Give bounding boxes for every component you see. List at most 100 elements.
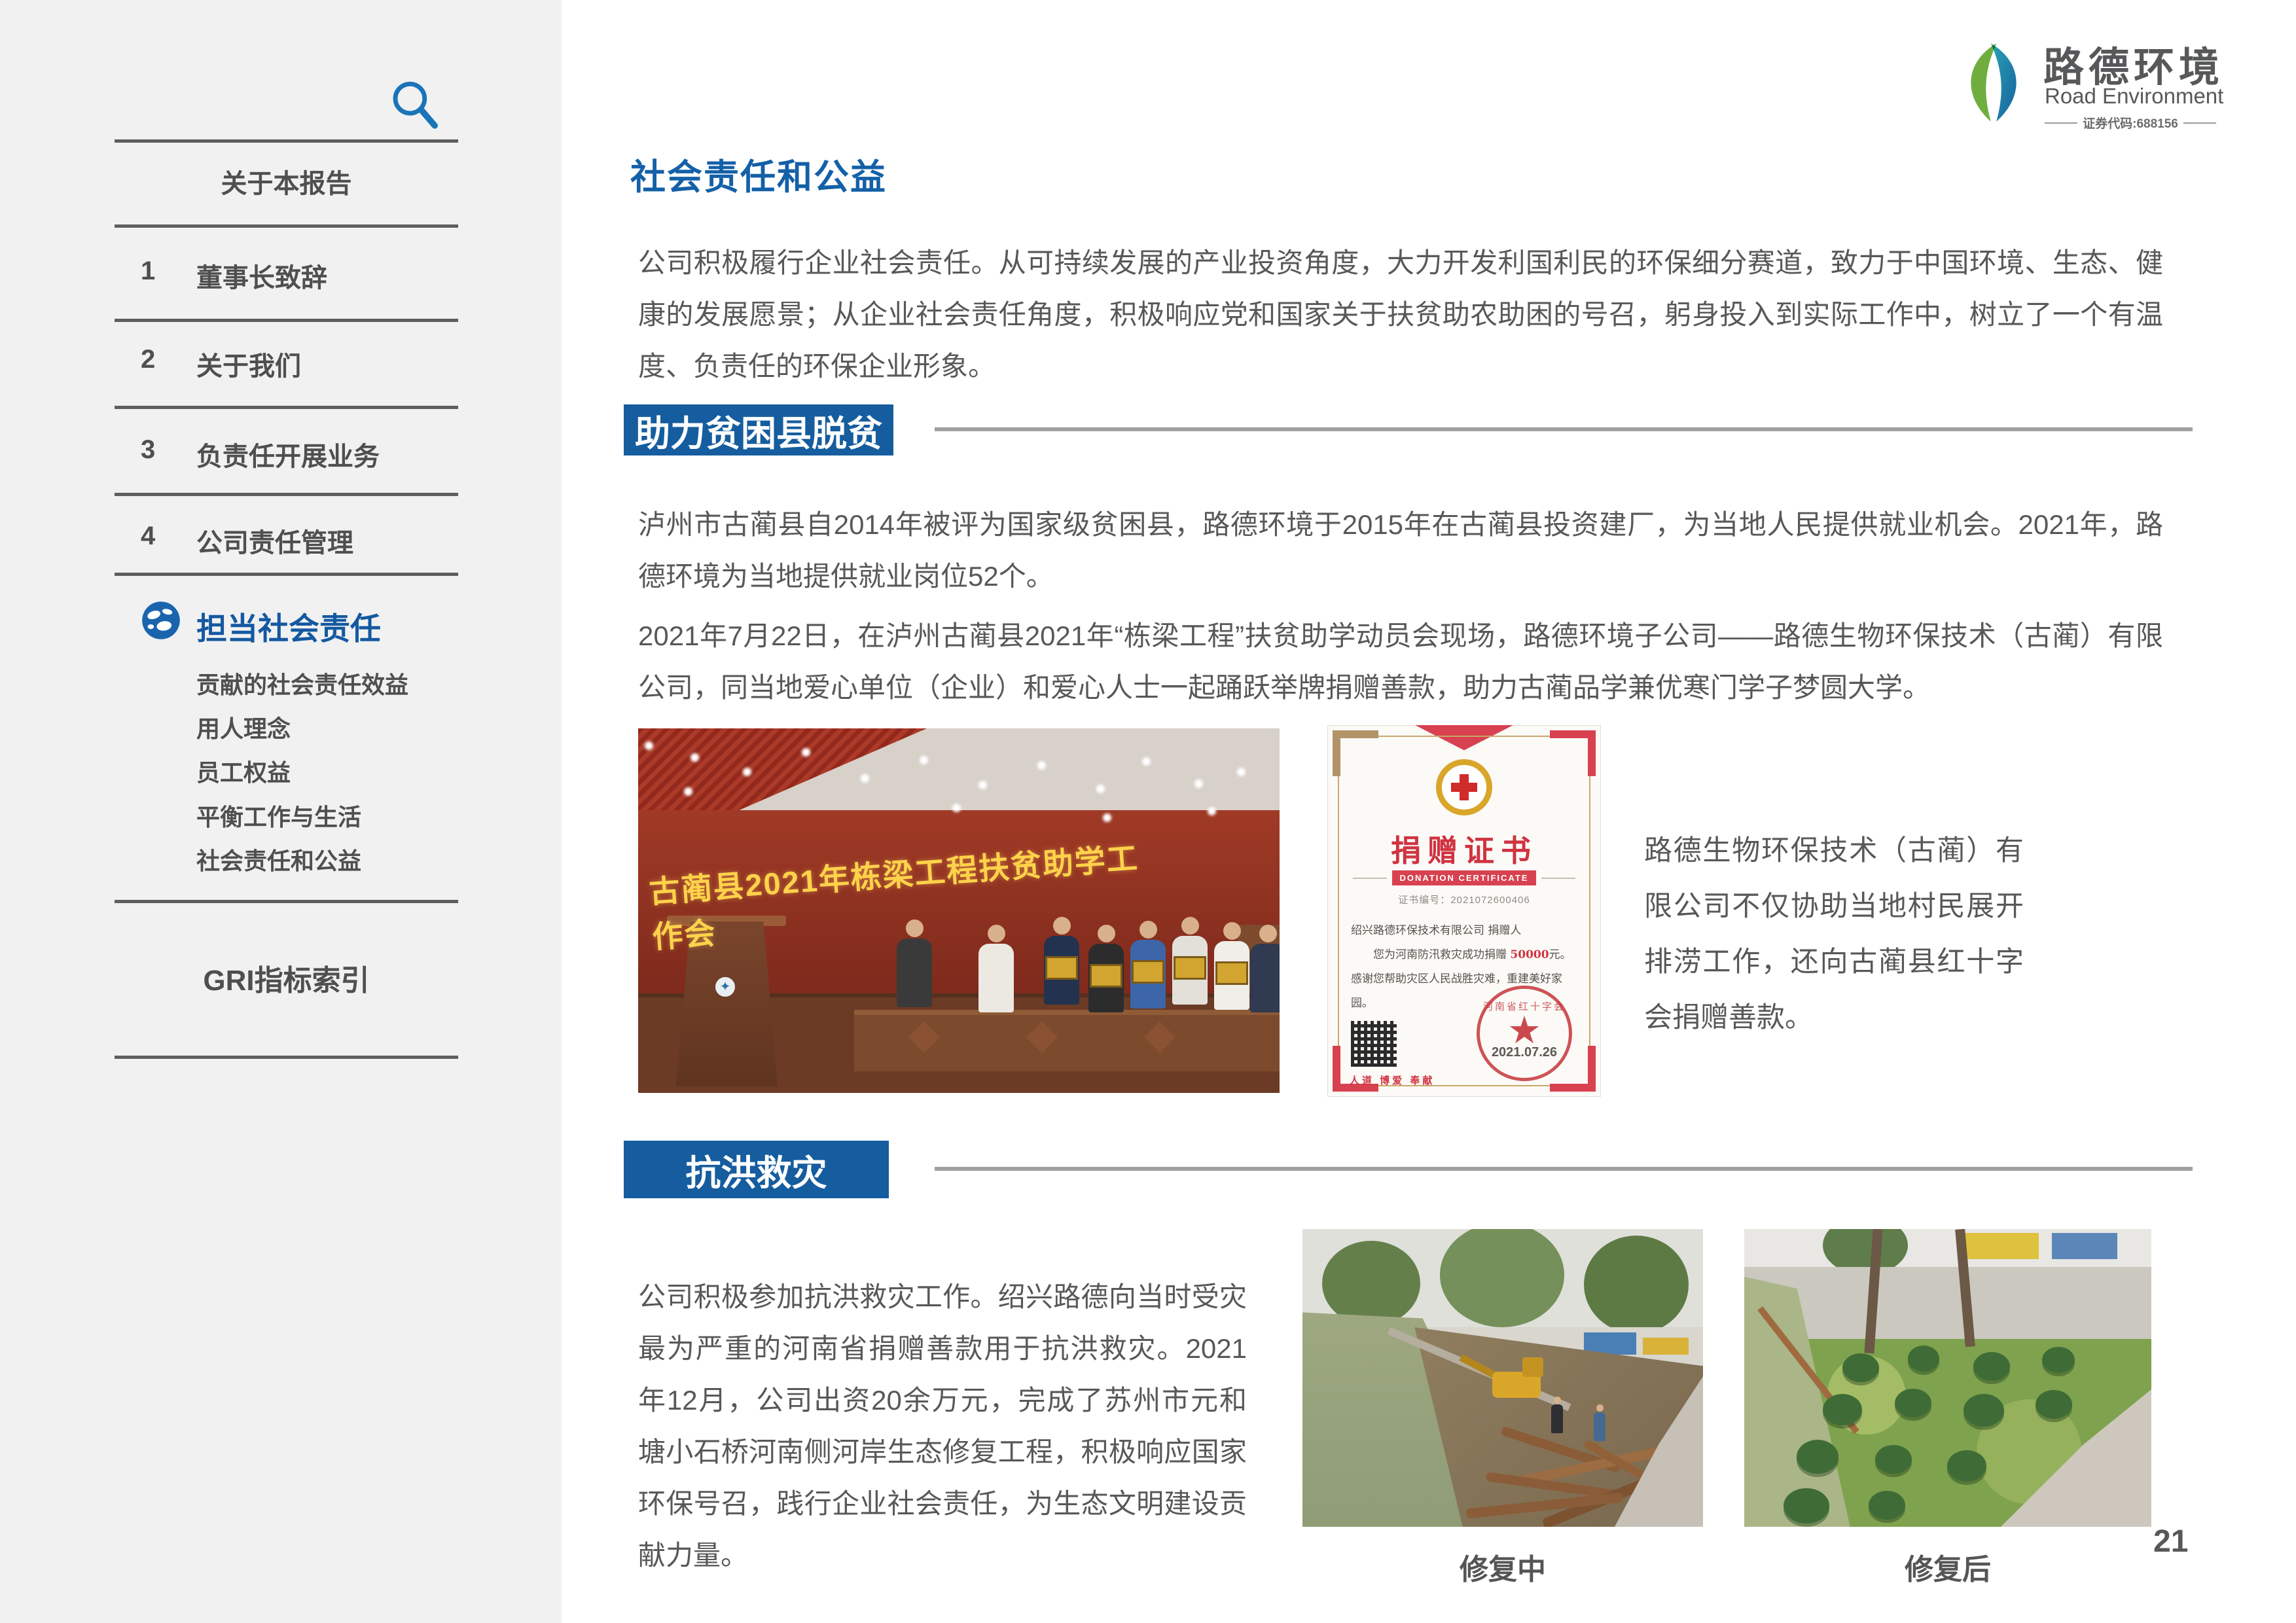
intro-paragraph: 公司积极履行企业社会责任。从可持续发展的产业投资角度，大力开发利国利民的环保细分…	[638, 237, 2163, 392]
bush	[1823, 1394, 1862, 1425]
divider	[115, 224, 458, 228]
machinery	[1643, 1338, 1689, 1355]
certificate-subtitle: DONATION CERTIFICATE	[1327, 870, 1601, 885]
divider	[115, 900, 458, 903]
sidebar-item-about-report[interactable]: 关于本报告	[115, 162, 458, 200]
item-label: 负责任开展业务	[196, 435, 380, 473]
bush	[2042, 1347, 2075, 1373]
globe-icon	[141, 601, 181, 640]
worker	[1594, 1412, 1605, 1441]
sidebar-subitem-hiring-philosophy[interactable]: 用人理念	[196, 710, 484, 744]
bush	[1947, 1450, 1986, 1482]
sidebar-item-social-responsibility-active[interactable]: 担当社会责任	[141, 599, 508, 645]
cert-line-1: 绍兴路德环保技术有限公司 捐赠人	[1351, 924, 1521, 937]
photo-donation-certificate: 捐赠证书 DONATION CERTIFICATE 证书编号：202107260…	[1327, 725, 1601, 1097]
report-page: 关于本报告 1 董事长致辞 2 关于我们 3 负责任开展业务 4 公司责任管理	[0, 0, 2296, 1623]
flood-paragraph: 公司积极参加抗洪救灾工作。绍兴路德向当时受灾最为严重的河南省捐赠善款用于抗洪救灾…	[638, 1271, 1247, 1581]
divider	[115, 406, 458, 409]
certificate-number: 证书编号：2021072600406	[1327, 893, 1601, 906]
logo-name-en: Road Environment	[2045, 84, 2223, 109]
sidebar-item-gri-index[interactable]: GRI指标索引	[115, 957, 458, 999]
caption-after: 修复后	[1748, 1546, 2148, 1588]
person	[978, 925, 1014, 1012]
bush	[1895, 1389, 1931, 1418]
divider	[115, 139, 458, 143]
machinery	[2052, 1233, 2117, 1259]
sidebar-subitem-work-life-balance[interactable]: 平衡工作与生活	[196, 798, 484, 832]
sidebar-item-about-us[interactable]: 2 关于我们	[115, 345, 458, 391]
page-number: 21	[2153, 1524, 2188, 1560]
sidebar-item-chairman-message[interactable]: 1 董事长致辞	[115, 257, 458, 302]
ceiling	[638, 728, 1280, 810]
sidebar-item-responsible-business[interactable]: 3 负责任开展业务	[115, 435, 458, 481]
stock-code-text: 证券代码:688156	[2083, 114, 2178, 132]
leaf-logo-icon	[1952, 41, 2036, 124]
bush	[1784, 1488, 1829, 1524]
red-cross-stamp: 河南省红十字会 ★ 2021.07.26	[1477, 986, 1572, 1081]
sidebar: 关于本报告 1 董事长致辞 2 关于我们 3 负责任开展业务 4 公司责任管理	[0, 0, 562, 1623]
podium-emblem: ✦	[715, 977, 735, 997]
dash	[2045, 122, 2077, 124]
bush	[2036, 1390, 2072, 1419]
bush	[1797, 1440, 1839, 1474]
photo-restoration-after	[1744, 1229, 2151, 1527]
active-item-label: 担当社会责任	[196, 603, 381, 649]
sidebar-item-responsibility-management[interactable]: 4 公司责任管理	[115, 522, 458, 567]
sidebar-subitem-csr-and-charity[interactable]: 社会责任和公益	[196, 842, 484, 876]
item-number: 4	[141, 522, 155, 551]
corner-decoration	[1550, 730, 1596, 776]
caption-during: 修复中	[1302, 1546, 1703, 1588]
certificate-motto: 人道 博爱 奉献	[1350, 1073, 1435, 1087]
bush	[1964, 1394, 2004, 1427]
person	[1214, 922, 1249, 1010]
excavator-cab	[1522, 1357, 1543, 1377]
divider	[115, 493, 458, 496]
bush	[1908, 1346, 1939, 1372]
person	[1044, 917, 1079, 1005]
poverty-paragraph-1: 泸州市古蔺县自2014年被评为国家级贫困县，路德环境于2015年在古蔺县投资建厂…	[638, 499, 2163, 602]
tree	[1322, 1241, 1420, 1326]
cert-line-2-end: 元。	[1549, 948, 1571, 961]
certificate-title: 捐赠证书	[1327, 827, 1601, 870]
person	[1088, 925, 1124, 1012]
bush	[1875, 1445, 1912, 1474]
section-rule	[935, 427, 2193, 431]
red-cross-emblem	[1436, 759, 1492, 815]
ceiling-slats	[638, 728, 927, 810]
item-number: 3	[141, 435, 155, 465]
tree	[1440, 1229, 1564, 1327]
page-title: 社会责任和公益	[630, 148, 887, 200]
bush	[1842, 1353, 1879, 1382]
divider	[115, 319, 458, 322]
search-icon[interactable]	[387, 77, 444, 134]
company-logo: 路德环境 Road Environment 证券代码:688156	[1952, 34, 2227, 145]
worker	[1551, 1404, 1563, 1433]
corner-decoration	[1333, 730, 1378, 776]
dash	[2183, 122, 2216, 124]
cert-line-2: 您为河南防汛救灾成功捐赠	[1373, 948, 1510, 961]
machinery	[1960, 1233, 2039, 1259]
bush	[1973, 1352, 2010, 1381]
section-rule	[935, 1167, 2193, 1171]
sidebar-subitem-csr-benefits[interactable]: 贡献的社会责任效益	[196, 666, 484, 700]
tree	[1584, 1236, 1689, 1334]
poverty-paragraph-2: 2021年7月22日，在泸州古蔺县2021年“栋梁工程”扶贫助学动员会现场，路德…	[638, 610, 2163, 713]
photo-restoration-during	[1302, 1229, 1703, 1527]
donation-amount: 50000	[1510, 948, 1549, 961]
qr-code	[1351, 1021, 1397, 1067]
sidebar-subitem-employee-rights[interactable]: 员工权益	[196, 754, 484, 788]
item-number: 2	[141, 345, 155, 374]
divider	[115, 1056, 458, 1059]
person	[1130, 921, 1166, 1008]
person	[1172, 917, 1208, 1005]
photo-donation-ceremony: ✦ 古蔺县2021年栋梁工程扶贫助学工作会	[638, 728, 1280, 1093]
item-label: 董事长致辞	[196, 257, 327, 294]
divider	[115, 573, 458, 576]
item-label: 关于我们	[196, 345, 301, 383]
section-header-flood-relief: 抗洪救灾	[624, 1141, 889, 1198]
item-number: 1	[141, 257, 155, 286]
logo-stock-code: 证券代码:688156	[2045, 114, 2216, 132]
stamp-date: 2021.07.26	[1480, 1045, 1569, 1060]
certificate-side-note: 路德生物环保技术（古蔺）有限公司不仅协助当地村民展开排涝工作，还向古蔺县红十字会…	[1644, 823, 2024, 1046]
ceiling-lights	[645, 741, 653, 750]
